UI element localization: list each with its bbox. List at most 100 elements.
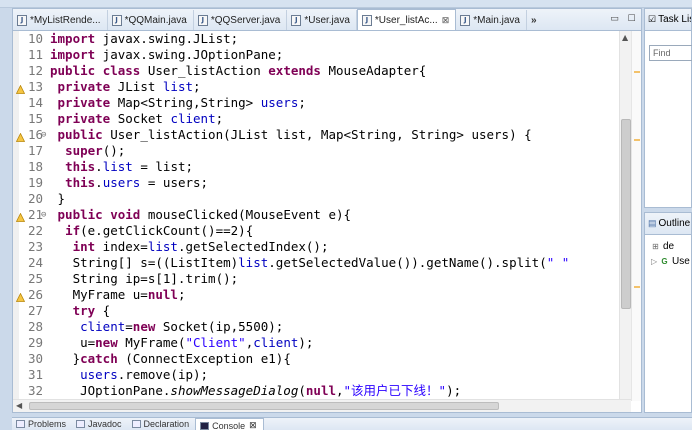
line-number: 18 xyxy=(27,159,43,174)
code-line[interactable]: 27 try { xyxy=(13,303,623,319)
code-line[interactable]: 14 private Map<String,String> users; xyxy=(13,95,623,111)
tab-label: *User.java xyxy=(304,14,350,26)
tab-label: Javadoc xyxy=(88,419,122,429)
editor-tabbar: J *MyListRende... J *QQMain.java J *QQSe… xyxy=(13,9,641,31)
line-number: 20 xyxy=(27,191,43,206)
tab-qqserver[interactable]: J *QQServer.java xyxy=(194,10,288,30)
declaration-icon xyxy=(131,420,141,428)
line-number: 19 xyxy=(27,175,43,190)
scroll-up-icon[interactable]: ▲ xyxy=(622,33,628,42)
line-number: 29 xyxy=(27,335,43,350)
problems-icon xyxy=(16,420,25,428)
outline-item-label: Use xyxy=(672,256,690,267)
tab-problems[interactable]: Problems xyxy=(12,418,72,429)
tab-user-listaction[interactable]: J *User_listAc... ⊠ xyxy=(356,9,457,30)
code-text: this.users = users; xyxy=(65,175,209,190)
code-line[interactable]: 16 ⊖ public User_listAction(JList list, M… xyxy=(13,127,623,143)
outline-tab[interactable]: ▤ Outline xyxy=(645,213,691,235)
code-text: private Socket client; xyxy=(57,111,224,126)
code-line[interactable]: 10 import javax.swing.JList; xyxy=(13,31,623,47)
code-text: JOptionPane.showMessageDialog(null,"该用户已… xyxy=(50,383,462,398)
line-number: 28 xyxy=(27,319,43,334)
code-editor[interactable]: 10 import javax.swing.JList; 11 import java… xyxy=(13,31,641,401)
code-line[interactable]: 18 this.list = list; xyxy=(13,159,623,175)
fold-toggle-icon[interactable]: ⊖ xyxy=(41,207,49,223)
code-line[interactable]: 21 ⊖ public void mouseClicked(MouseEvent … xyxy=(13,207,623,223)
code-line[interactable]: 20 } xyxy=(13,191,623,207)
chevron-right-icon: » xyxy=(530,14,537,26)
overview-marker[interactable] xyxy=(634,139,640,141)
code-line[interactable]: 12 public class User_listAction extends M… xyxy=(13,63,623,79)
outline-icon: ▤ xyxy=(648,218,657,228)
code-line[interactable]: 13 private JList list; xyxy=(13,79,623,95)
tab-declaration[interactable]: Declaration xyxy=(128,418,196,429)
code-text: public void mouseClicked(MouseEvent e){ xyxy=(57,207,352,222)
maximize-icon[interactable]: ☐ xyxy=(626,13,637,24)
fold-toggle-icon[interactable]: ⊖ xyxy=(41,127,49,143)
scroll-left-icon[interactable]: ◀ xyxy=(16,401,22,410)
code-line[interactable]: 31 users.remove(ip); xyxy=(13,367,623,383)
vertical-scrollbar[interactable]: ▲ xyxy=(619,31,631,401)
code-text: this.list = list; xyxy=(65,159,194,174)
editor-window-buttons: ▭ ☐ xyxy=(609,13,637,24)
toolbar-strip xyxy=(0,0,692,8)
code-line[interactable]: 17 super(); xyxy=(13,143,623,159)
code-line[interactable]: 32 JOptionPane.showMessageDialog(null,"该… xyxy=(13,383,623,399)
tab-overflow-button[interactable]: » xyxy=(527,10,543,30)
code-line[interactable]: 15 private Socket client; xyxy=(13,111,623,127)
line-number: 15 xyxy=(27,111,43,126)
code-text: import javax.swing.JOptionPane; xyxy=(50,47,284,62)
tab-mylistrenderer[interactable]: J *MyListRende... xyxy=(13,10,108,30)
tab-main[interactable]: J *Main.java xyxy=(456,10,527,30)
line-number: 21 xyxy=(27,207,43,222)
code-line[interactable]: 25 String ip=s[1].trim(); xyxy=(13,271,623,287)
code-text: private JList list; xyxy=(57,79,201,94)
minimize-icon[interactable]: ▭ xyxy=(609,13,620,24)
code-line[interactable]: 22 if(e.getClickCount()==2){ xyxy=(13,223,623,239)
code-line[interactable]: 23 int index=list.getSelectedIndex(); xyxy=(13,239,623,255)
code-text: import javax.swing.JList; xyxy=(50,31,239,46)
java-file-icon: J xyxy=(460,14,471,26)
java-file-icon: J xyxy=(111,14,122,26)
tab-javadoc[interactable]: Javadoc xyxy=(72,418,128,429)
task-list-icon: ☑ xyxy=(648,14,657,24)
horizontal-scrollbar[interactable]: ◀ xyxy=(13,399,631,412)
code-text: int index=list.getSelectedIndex(); xyxy=(72,239,329,254)
horizontal-scroll-thumb[interactable] xyxy=(29,402,499,410)
expand-icon[interactable]: ▷ xyxy=(651,257,657,266)
code-text: String[] s=((ListItem)list.getSelectedVa… xyxy=(50,255,570,270)
tab-console[interactable]: Console ⊠ xyxy=(195,418,264,430)
tab-label: *User_listAc... xyxy=(374,14,438,26)
code-line[interactable]: 19 this.users = users; xyxy=(13,175,623,191)
code-text: } xyxy=(50,191,66,206)
import-declarations-icon: ⊞ xyxy=(652,242,659,251)
overview-marker[interactable] xyxy=(634,286,640,288)
code-line[interactable]: 28 client=new Socket(ip,5500); xyxy=(13,319,623,335)
outline-item-label: de xyxy=(663,241,675,252)
tab-qqmain[interactable]: J *QQMain.java xyxy=(108,10,194,30)
line-number: 32 xyxy=(27,383,43,398)
code-line[interactable]: 11 import javax.swing.JOptionPane; xyxy=(13,47,623,63)
code-line[interactable]: 30 }catch (ConnectException e1){ xyxy=(13,351,623,367)
java-file-icon: J xyxy=(291,14,302,26)
code-line[interactable]: 29 u=new MyFrame("Client",client); xyxy=(13,335,623,351)
outline-panel: ▤ Outline ⊞ de ▷ G Use xyxy=(644,212,692,413)
class-icon: G xyxy=(661,257,668,266)
task-find-input[interactable]: Find xyxy=(649,45,692,61)
close-tab-icon[interactable]: ⊠ xyxy=(442,15,450,26)
code-line[interactable]: 24 String[] s=((ListItem)list.getSelecte… xyxy=(13,255,623,271)
tab-label: *Main.java xyxy=(473,14,520,26)
line-number: 31 xyxy=(27,367,43,382)
outline-item-import[interactable]: ⊞ de xyxy=(645,239,691,254)
task-list-tab[interactable]: ☑ Task Lis xyxy=(645,9,691,31)
close-console-icon[interactable]: ⊠ xyxy=(249,420,257,430)
tab-label: Problems xyxy=(28,419,67,429)
code-line[interactable]: 26 MyFrame u=null; xyxy=(13,287,623,303)
vertical-scroll-thumb[interactable] xyxy=(621,119,631,309)
line-number: 26 xyxy=(27,287,43,302)
line-number: 25 xyxy=(27,271,43,286)
tab-label: *MyListRende... xyxy=(30,14,101,26)
outline-item-class[interactable]: ▷ G Use xyxy=(645,254,691,269)
tab-user[interactable]: J *User.java xyxy=(287,10,357,30)
overview-marker[interactable] xyxy=(634,71,640,73)
